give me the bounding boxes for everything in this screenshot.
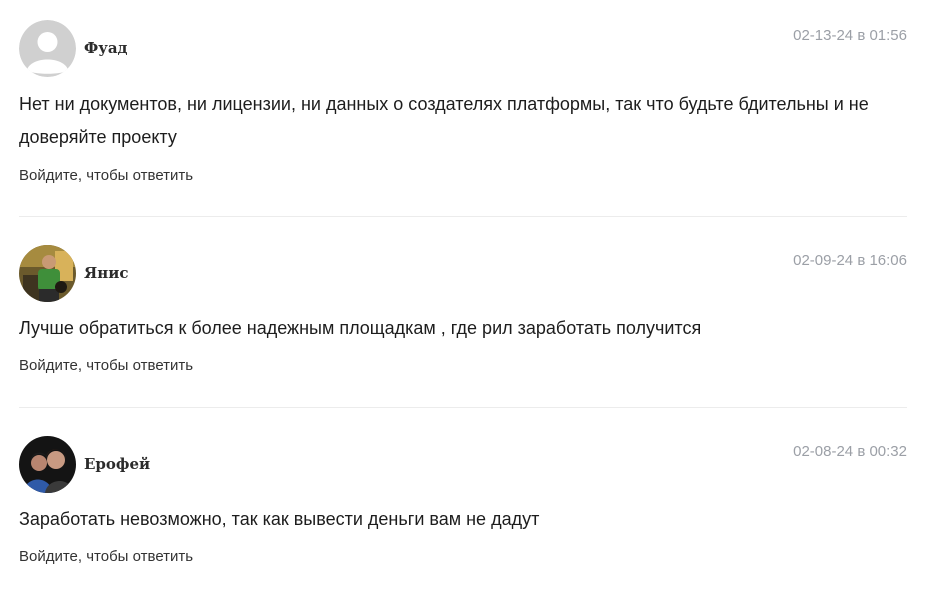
user-photo-avatar-icon <box>19 245 76 302</box>
comment-date: 02-13-24 в 01:56 <box>793 27 907 44</box>
comment-author: Янис <box>84 264 129 282</box>
comment-author: Ерофей <box>84 455 151 473</box>
comment-text: Лучше обратиться к более надежным площад… <box>19 318 702 338</box>
comment-item: Ерофей 02-08-24 в 00:32 Заработать невоз… <box>19 408 907 592</box>
user-photo-avatar-icon <box>19 436 76 493</box>
comment-text: Нет ни документов, ни лицензии, ни данны… <box>19 94 869 147</box>
login-to-reply-link[interactable]: Войдите, чтобы ответить <box>19 357 193 375</box>
comment-item: Фуад 02-13-24 в 01:56 Нет ни документов,… <box>19 0 907 217</box>
comment-text: Заработать невозможно, так как вывести д… <box>19 509 540 529</box>
login-to-reply-link[interactable]: Войдите, чтобы ответить <box>19 167 193 185</box>
login-to-reply-link[interactable]: Войдите, чтобы ответить <box>19 548 193 566</box>
comment-date: 02-08-24 в 00:32 <box>793 443 907 460</box>
comment-list: Фуад 02-13-24 в 01:56 Нет ни документов,… <box>19 0 907 592</box>
comment-author: Фуад <box>84 39 128 57</box>
default-avatar-icon <box>19 20 76 77</box>
comment-date: 02-09-24 в 16:06 <box>793 252 907 269</box>
comment-item: Янис 02-09-24 в 16:06 Лучше обратиться к… <box>19 217 907 408</box>
